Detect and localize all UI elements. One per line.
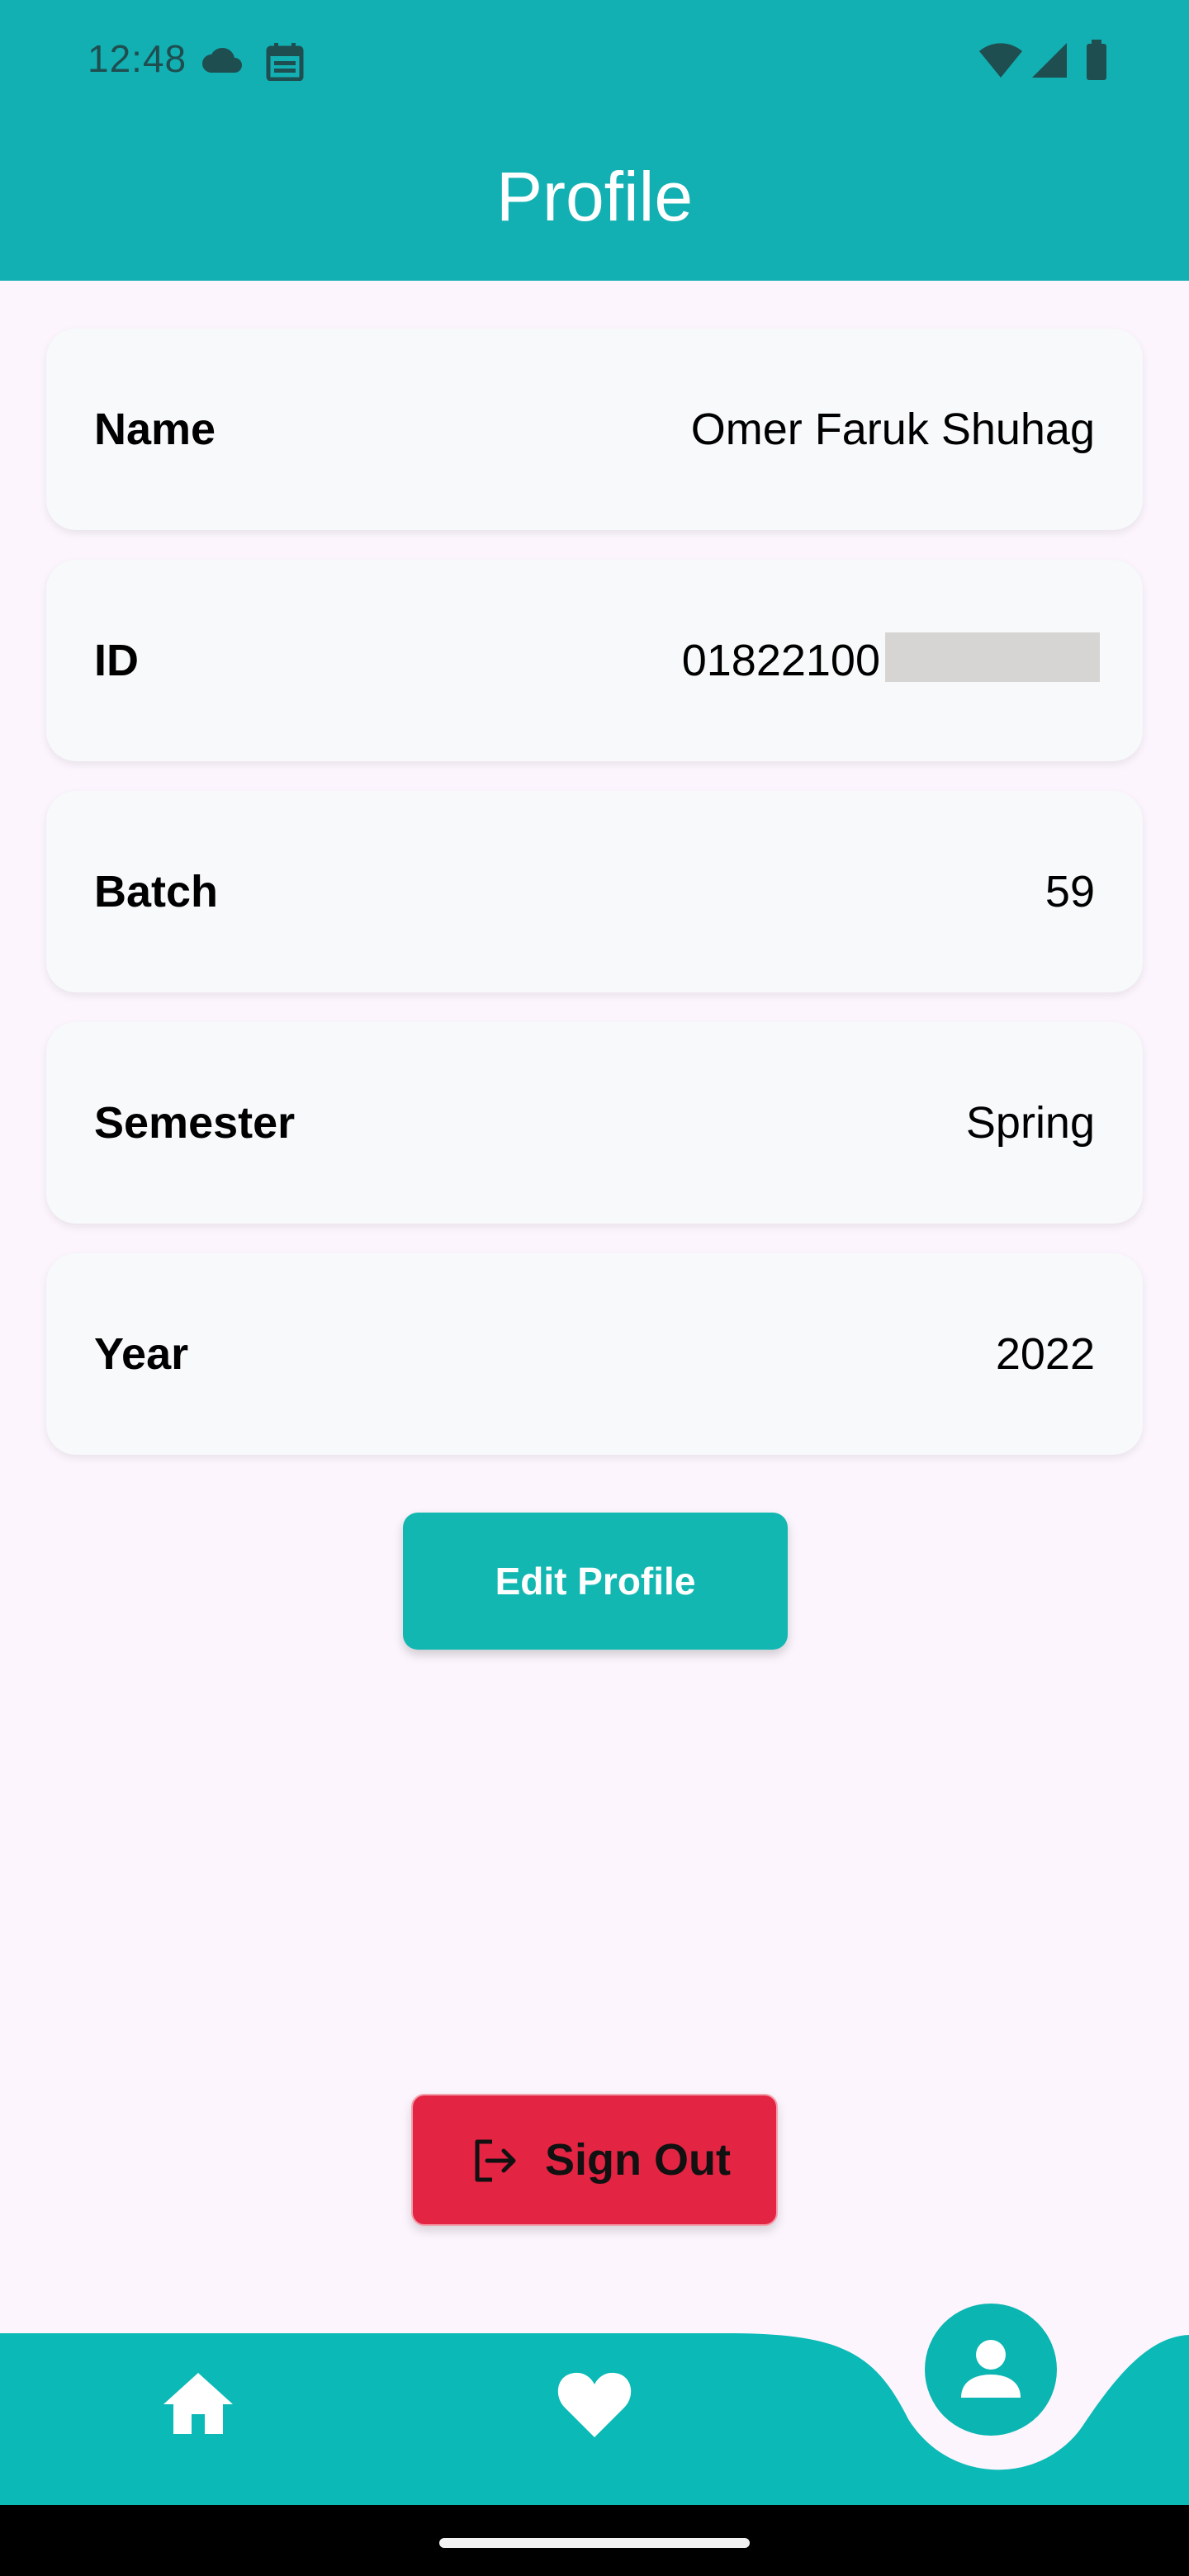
year-card: Year 2022 [46, 1253, 1143, 1455]
sign-out-label: Sign Out [545, 2135, 731, 2185]
profile-nav-button[interactable] [925, 2304, 1057, 2436]
semester-label: Semester [94, 1098, 296, 1148]
id-card: ID 01822100 [46, 560, 1143, 761]
year-value: 2022 [995, 1329, 1095, 1379]
sign-out-button[interactable]: Sign Out [411, 2094, 778, 2226]
cloud-icon [202, 47, 242, 73]
id-label: ID [94, 636, 139, 685]
name-card: Name Omer Faruk Shuhag [46, 329, 1143, 530]
edit-profile-button[interactable]: Edit Profile [403, 1513, 788, 1650]
wifi-icon [979, 43, 1022, 78]
logout-icon [475, 2139, 516, 2182]
batch-label: Batch [94, 867, 219, 916]
batch-value: 59 [1045, 867, 1095, 916]
heart-icon[interactable] [557, 2370, 632, 2439]
person-icon [961, 2340, 1021, 2398]
year-label: Year [94, 1329, 189, 1379]
name-label: Name [94, 405, 216, 454]
status-time: 12:48 [88, 37, 187, 80]
name-value: Omer Faruk Shuhag [690, 405, 1095, 454]
semester-card: Semester Spring [46, 1022, 1143, 1224]
redacted-box [885, 632, 1100, 682]
battery-icon [1087, 40, 1106, 80]
id-value: 01822100 [681, 636, 880, 685]
batch-card: Batch 59 [46, 791, 1143, 992]
home-gesture-handle[interactable] [439, 2538, 750, 2548]
status-bar: 12:48 [0, 0, 1189, 116]
home-icon[interactable] [162, 2371, 234, 2436]
app-header: 12:48 Profile [0, 0, 1189, 281]
calendar-icon [266, 43, 304, 81]
semester-value: Spring [965, 1098, 1095, 1148]
page-title: Profile [495, 158, 694, 235]
signal-icon [1032, 43, 1067, 78]
